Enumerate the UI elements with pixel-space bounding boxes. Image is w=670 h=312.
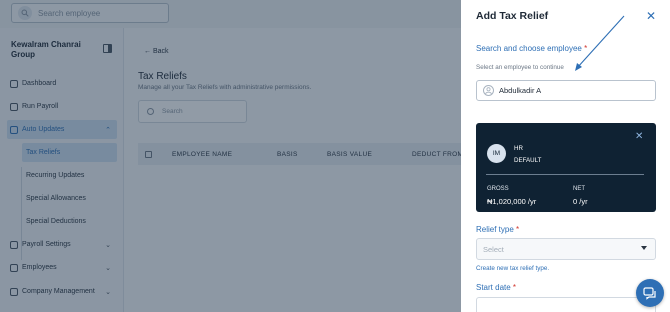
employee-group: DEFAULT [514,157,542,164]
selected-employee-value: Abdulkadir A [499,86,542,95]
gross-label: GROSS [487,186,509,192]
close-icon[interactable]: ✕ [646,10,656,22]
close-icon[interactable]: ✕ [635,132,643,142]
relief-type-label-text: Relief type [476,225,514,234]
employee-select-input[interactable]: Abdulkadir A [476,80,656,101]
relief-type-select[interactable]: Select [476,238,656,260]
start-date-input[interactable] [476,297,656,312]
relief-type-label: Relief type * [476,225,519,234]
gross-value: ₦1,020,000 /yr [487,197,537,206]
chat-icon [643,287,656,300]
modal-backdrop[interactable] [0,0,461,312]
net-value: 0 /yr [573,197,588,206]
relief-type-placeholder: Select [483,244,504,254]
create-relief-type-link[interactable]: Create new tax relief type. [476,265,549,272]
employee-search-hint: Select an employee to continue [476,64,564,71]
card-divider [486,174,644,175]
required-mark: * [516,225,520,234]
avatar-icon [483,85,494,96]
caret-down-icon [641,246,647,250]
employee-department: HR [514,145,523,152]
chat-support-button[interactable] [636,279,664,307]
employee-summary-card: IM HR DEFAULT ✕ GROSS ₦1,020,000 /yr NET… [476,123,656,212]
drawer-title: Add Tax Relief [476,10,549,22]
employee-search-label-text: Search and choose employee [476,44,582,53]
start-date-label-text: Start date [476,283,511,292]
required-mark: * [512,283,517,292]
annotation-arrow-icon [575,15,625,71]
net-label: NET [573,186,585,192]
employee-initials-avatar: IM [487,144,506,163]
add-tax-relief-drawer: Add Tax Relief ✕ Search and choose emplo… [461,0,670,312]
start-date-label: Start date * [476,283,516,292]
